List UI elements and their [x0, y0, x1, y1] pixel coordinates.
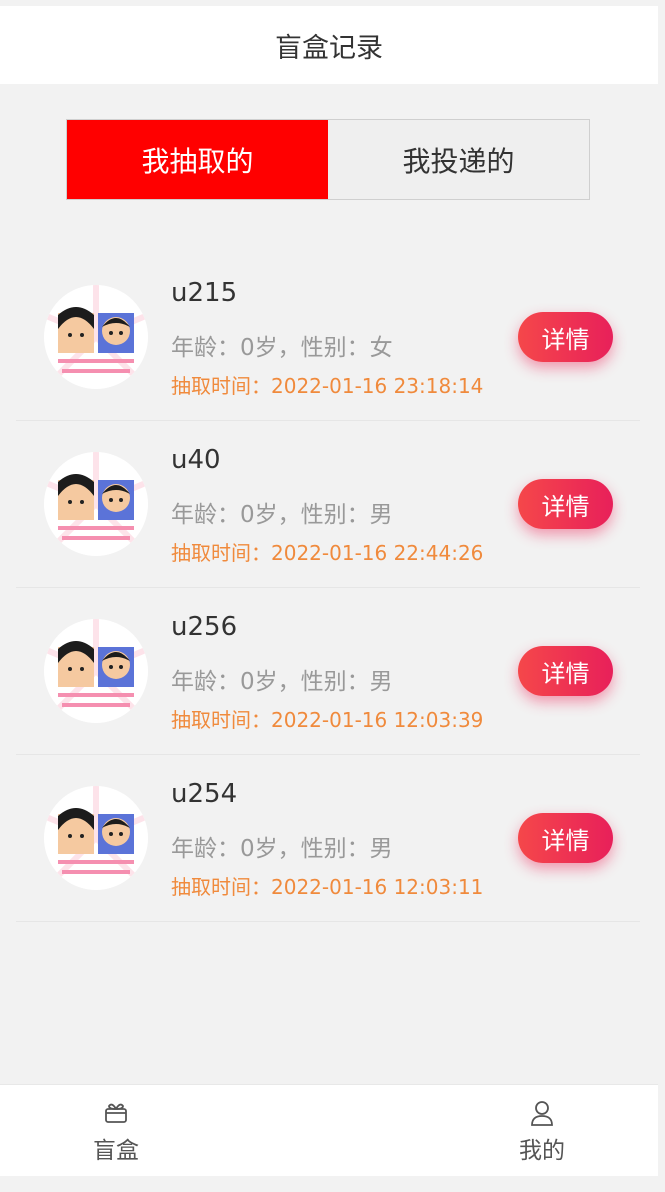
record-info: 年龄：0岁，性别：女	[171, 335, 393, 361]
list-item: u40 年龄：0岁，性别：男 抽取时间：2022-01-16 22:44:26 …	[16, 421, 640, 588]
record-time: 抽取时间：2022-01-16 12:03:39	[171, 708, 484, 732]
bottom-nav-label: 我的	[519, 1138, 565, 1164]
tab-drawn-label: 我抽取的	[141, 144, 254, 178]
avatar	[44, 619, 148, 723]
list-item: u215 年龄：0岁，性别：女 抽取时间：2022-01-16 23:18:14…	[16, 254, 640, 421]
record-list: u215 年龄：0岁，性别：女 抽取时间：2022-01-16 23:18:14…	[16, 254, 640, 922]
detail-button[interactable]: 详情	[518, 479, 613, 529]
tab-bar: 我抽取的 我投递的	[66, 119, 590, 200]
record-name: u40	[171, 445, 221, 475]
tab-delivered[interactable]: 我投递的	[328, 120, 589, 199]
record-name: u215	[171, 278, 238, 308]
record-time: 抽取时间：2022-01-16 23:18:14	[171, 374, 484, 398]
avatar	[44, 452, 148, 556]
page-title: 盲盒记录	[275, 32, 383, 64]
avatar	[44, 285, 148, 389]
list-item: u254 年龄：0岁，性别：男 抽取时间：2022-01-16 12:03:11…	[16, 755, 640, 922]
tab-delivered-label: 我投递的	[402, 144, 515, 178]
detail-button[interactable]: 详情	[518, 813, 613, 863]
gift-box-icon	[103, 1099, 129, 1127]
tab-drawn[interactable]: 我抽取的	[67, 120, 328, 199]
avatar	[44, 786, 148, 890]
bottom-nav-label: 盲盒	[93, 1138, 139, 1164]
detail-button[interactable]: 详情	[518, 312, 613, 362]
record-info: 年龄：0岁，性别：男	[171, 669, 393, 695]
user-icon	[529, 1099, 555, 1127]
bottom-nav-blind-box[interactable]: 盲盒	[56, 1085, 176, 1177]
bottom-nav-mine[interactable]: 我的	[482, 1085, 602, 1177]
record-name: u254	[171, 779, 238, 809]
record-info: 年龄：0岁，性别：男	[171, 836, 393, 862]
record-time: 抽取时间：2022-01-16 12:03:11	[171, 875, 484, 899]
list-item: u256 年龄：0岁，性别：男 抽取时间：2022-01-16 12:03:39…	[16, 588, 640, 755]
record-time: 抽取时间：2022-01-16 22:44:26	[171, 541, 484, 565]
page: 盲盒记录 我抽取的 我投递的 u215 年龄：0岁，性别：女 抽取时间：2022…	[0, 0, 658, 1192]
record-name: u256	[171, 612, 238, 642]
detail-button[interactable]: 详情	[518, 646, 613, 696]
bottom-nav: 盲盒 我的	[0, 1084, 658, 1176]
page-header: 盲盒记录	[0, 6, 658, 84]
record-info: 年龄：0岁，性别：男	[171, 502, 393, 528]
